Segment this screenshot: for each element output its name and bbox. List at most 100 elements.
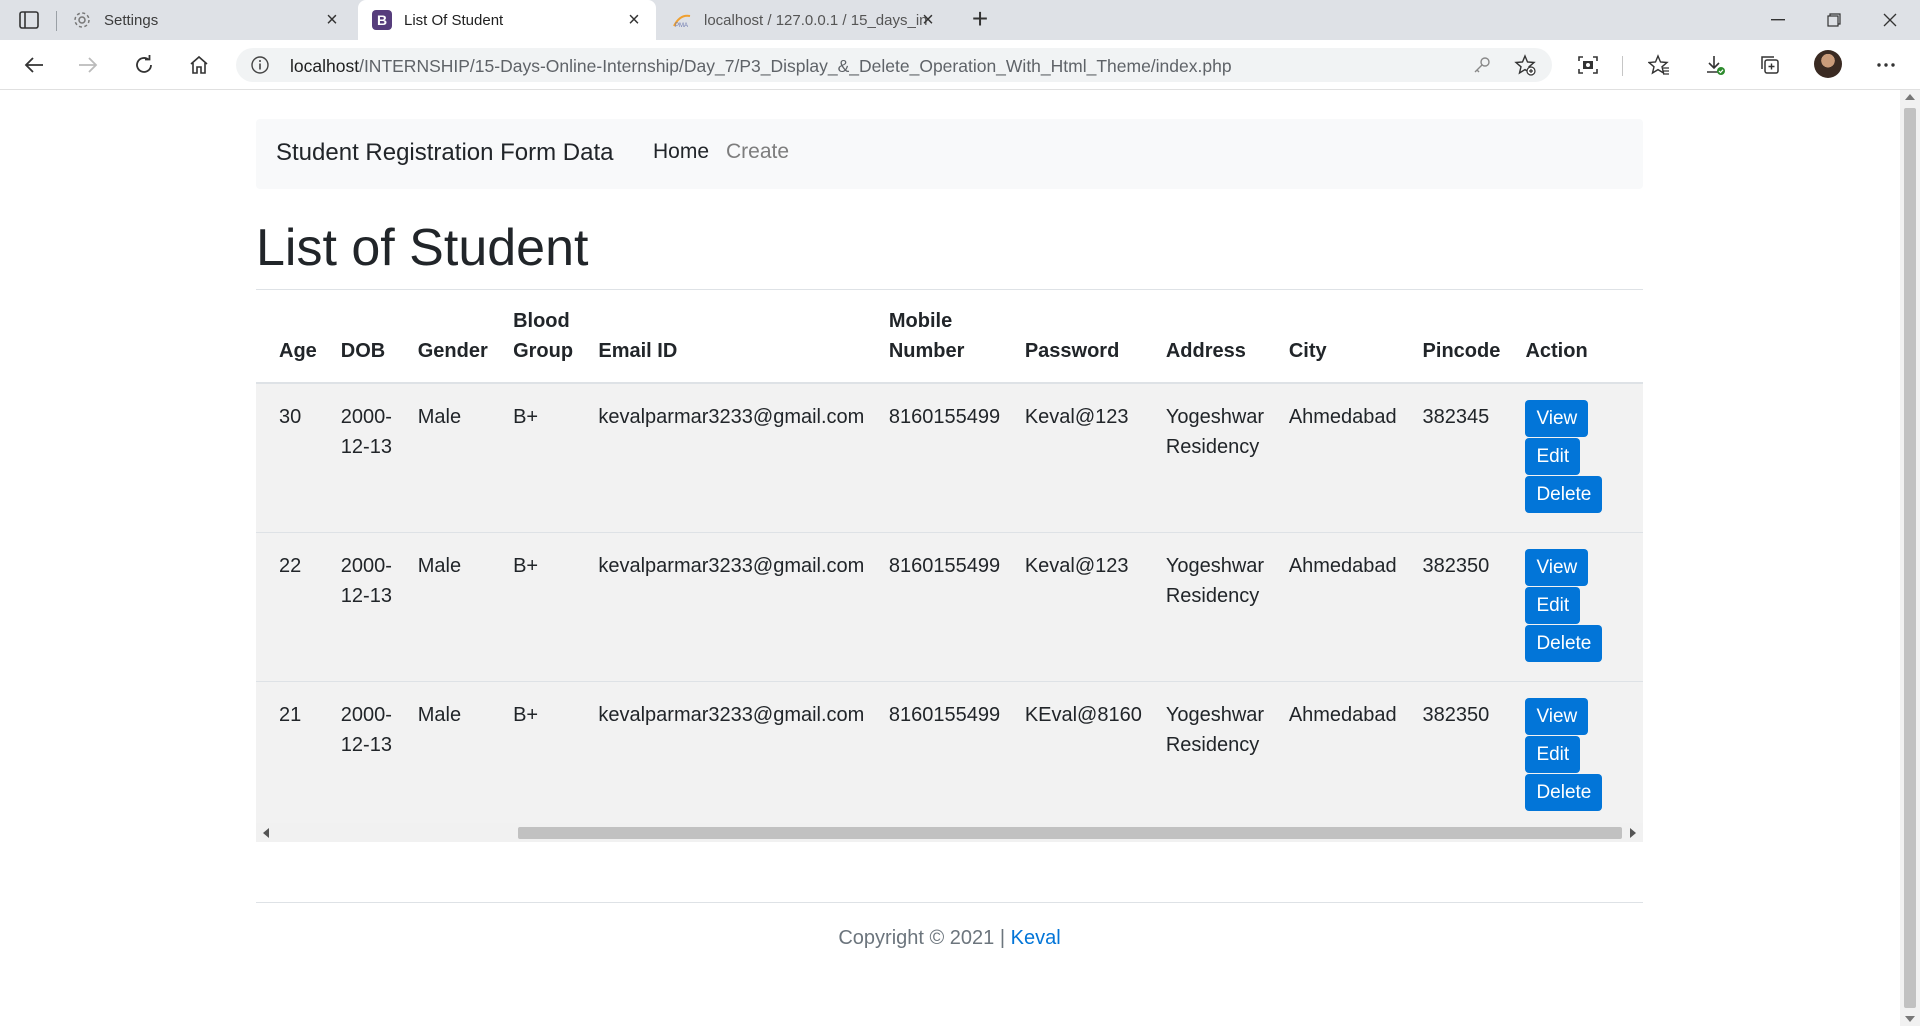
- page-viewport: Student Registration Form Data Home Crea…: [0, 90, 1900, 1026]
- column-header-password: Password: [1012, 290, 1154, 384]
- svg-text:PMA: PMA: [675, 23, 688, 28]
- toolbar-divider: [1622, 56, 1623, 76]
- new-tab-button[interactable]: +: [966, 5, 994, 34]
- nav-link-home[interactable]: Home: [653, 140, 709, 164]
- cell-age: 30: [256, 382, 329, 533]
- cell-gender: Male: [405, 532, 502, 682]
- bootstrap-logo-icon: B: [372, 10, 392, 30]
- cell-email: kevalparmar3233@gmail.com: [586, 382, 877, 533]
- phpmyadmin-icon: PMA: [672, 10, 692, 30]
- url-path: /INTERNSHIP/15-Days-Online-Internship/Da…: [359, 56, 1232, 76]
- collections-icon[interactable]: [1754, 49, 1786, 81]
- scroll-right-icon[interactable]: [1630, 828, 1636, 838]
- cell-mobile: 8160155499: [876, 382, 1013, 533]
- screenshot-icon[interactable]: [1572, 49, 1604, 81]
- nav-link-create[interactable]: Create: [726, 140, 789, 164]
- column-header-mobile: Mobile Number: [876, 290, 1013, 384]
- scroll-left-icon[interactable]: [263, 828, 269, 838]
- view-button[interactable]: View: [1525, 400, 1589, 437]
- scrollbar-thumb[interactable]: [1904, 108, 1916, 1008]
- cell-dob: 2000-12-13: [328, 532, 406, 682]
- site-info-icon[interactable]: [250, 55, 270, 75]
- view-button[interactable]: View: [1525, 549, 1589, 586]
- cell-pincode: 382350: [1410, 532, 1514, 682]
- horizontal-scrollbar[interactable]: [256, 823, 1643, 842]
- cell-password: KEval@8160: [1012, 681, 1154, 830]
- delete-button[interactable]: Delete: [1525, 774, 1603, 811]
- add-favorite-icon[interactable]: [1514, 54, 1536, 76]
- cell-email: kevalparmar3233@gmail.com: [586, 532, 877, 682]
- tab-actions-icon[interactable]: [16, 8, 42, 32]
- address-bar[interactable]: localhost/INTERNSHIP/15-Days-Online-Inte…: [236, 48, 1552, 82]
- tab-title: List Of Student: [404, 11, 504, 29]
- edit-button[interactable]: Edit: [1525, 587, 1581, 624]
- cell-blood-group: B+: [501, 382, 587, 533]
- browser-tab-bar: Settings × B List Of Student × PMA local…: [0, 0, 1920, 40]
- cell-pincode: 382345: [1410, 382, 1514, 533]
- close-tab-icon[interactable]: ×: [322, 10, 342, 30]
- cell-actions: View Edit Delete: [1513, 532, 1643, 682]
- forward-icon[interactable]: [72, 49, 104, 81]
- delete-button[interactable]: Delete: [1525, 625, 1603, 662]
- key-icon[interactable]: [1472, 55, 1492, 75]
- column-header-city: City: [1276, 290, 1411, 384]
- divider: [256, 902, 1643, 903]
- cell-address: Yogeshwar Residency: [1153, 681, 1277, 830]
- tab-list-of-student[interactable]: B List Of Student ×: [358, 0, 656, 40]
- cell-blood-group: B+: [501, 681, 587, 830]
- table-row: 21 2000-12-13 Male B+ kevalparmar3233@gm…: [256, 681, 1643, 830]
- edit-button[interactable]: Edit: [1525, 736, 1581, 773]
- svg-text:B: B: [377, 12, 387, 28]
- cell-city: Ahmedabad: [1276, 532, 1411, 682]
- profile-avatar[interactable]: [1814, 50, 1842, 78]
- cell-address: Yogeshwar Residency: [1153, 532, 1277, 682]
- cell-blood-group: B+: [501, 532, 587, 682]
- home-icon[interactable]: [183, 49, 215, 81]
- restore-icon[interactable]: [1806, 0, 1862, 40]
- favorites-icon[interactable]: [1643, 49, 1675, 81]
- column-header-address: Address: [1153, 290, 1277, 384]
- tab-phpmyadmin[interactable]: PMA localhost / 127.0.0.1 / 15_days_in ×: [658, 0, 950, 40]
- url-host: localhost: [290, 56, 360, 76]
- scroll-up-icon[interactable]: [1905, 94, 1915, 100]
- view-button[interactable]: View: [1525, 698, 1589, 735]
- navbar: Student Registration Form Data Home Crea…: [256, 119, 1643, 189]
- column-header-blood-group: Blood Group: [501, 290, 587, 384]
- cell-mobile: 8160155499: [876, 681, 1013, 830]
- column-header-age: Age: [256, 290, 329, 384]
- cell-password: Keval@123: [1012, 532, 1154, 682]
- column-header-action: Action: [1513, 290, 1643, 384]
- cell-email: kevalparmar3233@gmail.com: [586, 681, 877, 830]
- scroll-down-icon[interactable]: [1905, 1016, 1915, 1022]
- vertical-scrollbar[interactable]: [1900, 90, 1920, 1026]
- navbar-brand[interactable]: Student Registration Form Data: [276, 139, 614, 167]
- column-header-pincode: Pincode: [1410, 290, 1514, 384]
- cell-dob: 2000-12-13: [328, 382, 406, 533]
- delete-button[interactable]: Delete: [1525, 476, 1603, 513]
- column-header-email: Email ID: [586, 290, 877, 384]
- footer-link-keval[interactable]: Keval: [1011, 927, 1061, 949]
- copyright-text: Copyright © 2021 |: [838, 927, 1006, 949]
- cell-address: Yogeshwar Residency: [1153, 382, 1277, 533]
- close-tab-icon[interactable]: ×: [624, 10, 644, 30]
- scrollbar-thumb[interactable]: [518, 827, 1622, 839]
- page-title: List of Student: [256, 219, 589, 277]
- minimize-icon[interactable]: [1750, 0, 1806, 40]
- cell-age: 21: [256, 681, 329, 830]
- url-text: localhost/INTERNSHIP/15-Days-Online-Inte…: [290, 56, 1232, 77]
- close-window-icon[interactable]: [1862, 0, 1918, 40]
- browser-toolbar: localhost/INTERNSHIP/15-Days-Online-Inte…: [0, 40, 1920, 90]
- cell-gender: Male: [405, 382, 502, 533]
- tab-settings[interactable]: Settings ×: [58, 0, 354, 40]
- tab-divider: [56, 11, 57, 31]
- gear-icon: [72, 10, 92, 30]
- tab-title: localhost / 127.0.0.1 / 15_days_in: [704, 11, 928, 29]
- back-icon[interactable]: [18, 49, 50, 81]
- more-options-icon[interactable]: [1870, 49, 1902, 81]
- table-row: 30 2000-12-13 Male B+ kevalparmar3233@gm…: [256, 382, 1643, 533]
- edit-button[interactable]: Edit: [1525, 438, 1581, 475]
- close-tab-icon[interactable]: ×: [918, 10, 938, 30]
- table-header-row: Age DOB Gender Blood Group Email ID Mobi…: [256, 290, 1643, 384]
- downloads-icon[interactable]: [1699, 49, 1731, 81]
- refresh-icon[interactable]: [128, 49, 160, 81]
